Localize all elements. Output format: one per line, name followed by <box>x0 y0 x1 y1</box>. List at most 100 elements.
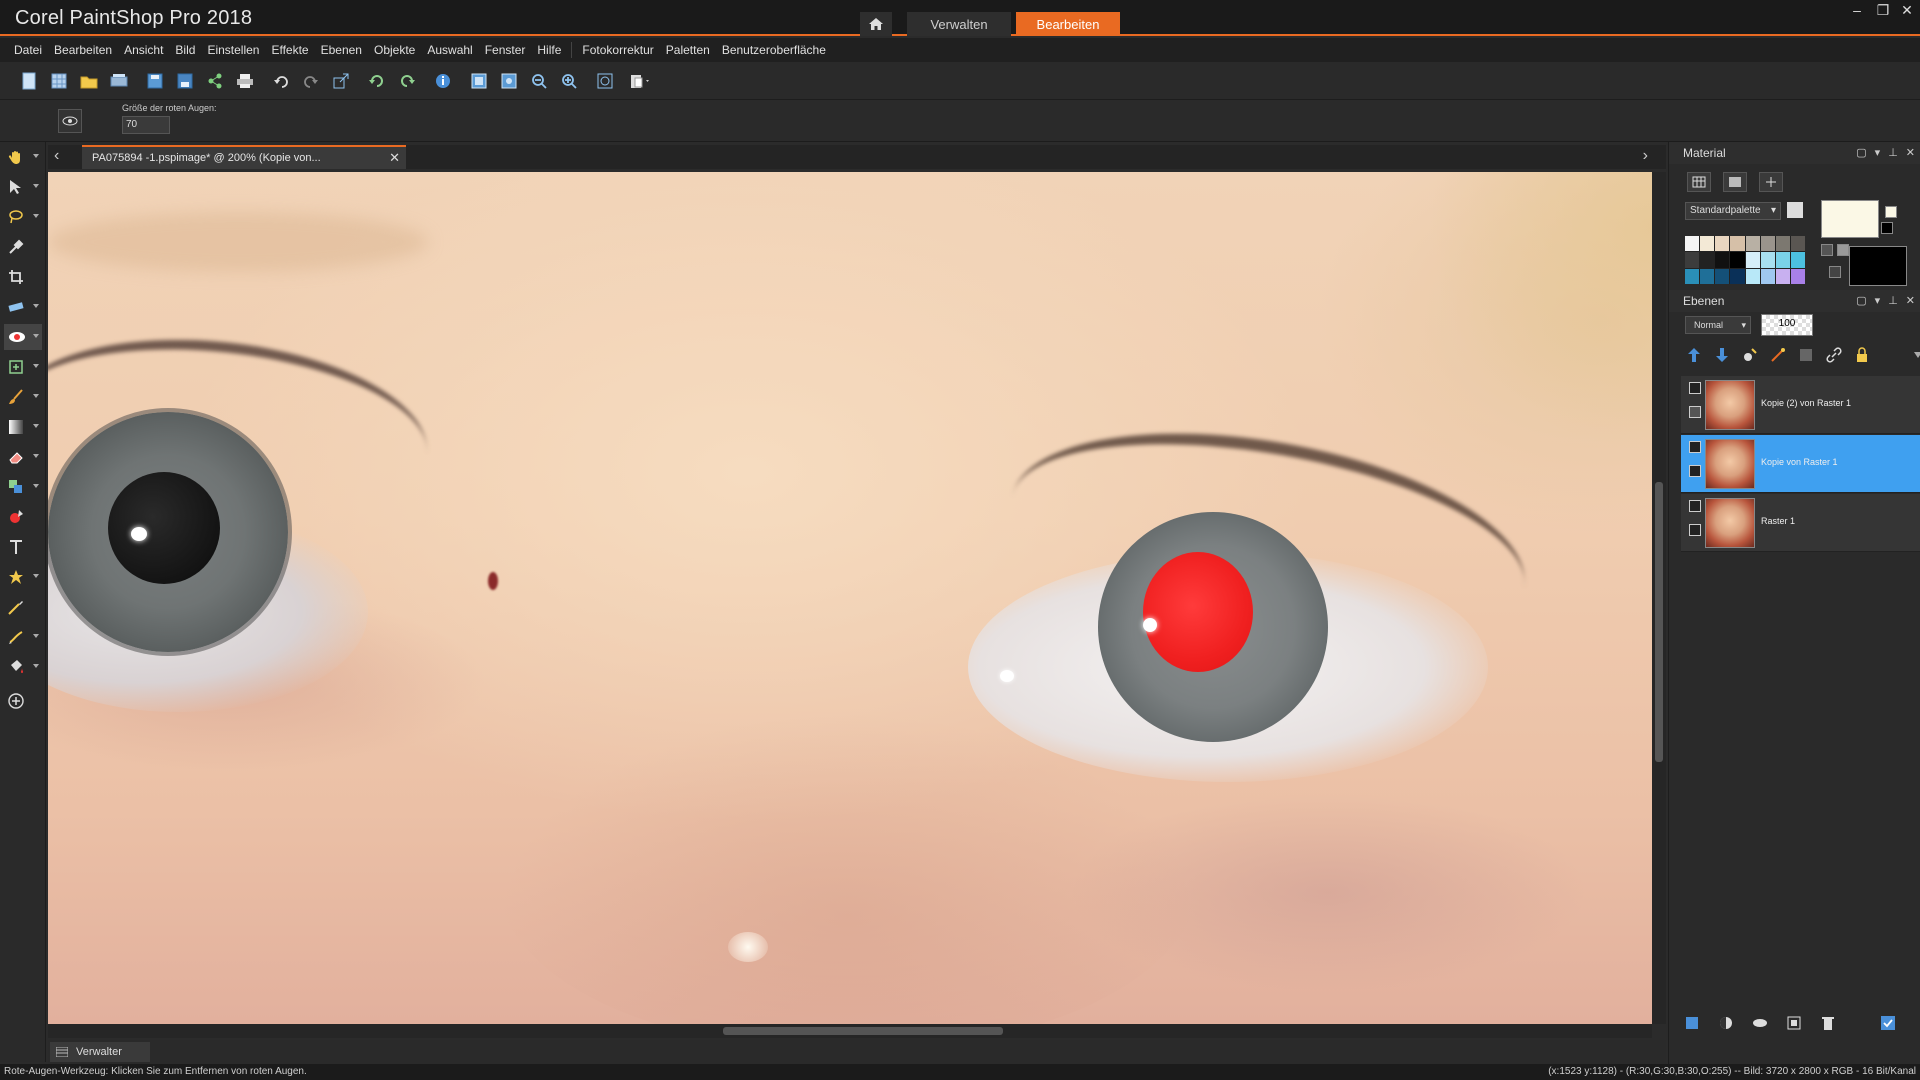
layer-row-raster-1[interactable]: Raster 1 <box>1681 494 1920 552</box>
smudge-tool-icon[interactable] <box>4 624 42 650</box>
print-icon[interactable] <box>230 68 260 94</box>
tab-scroll-left-icon[interactable]: ‹ <box>54 147 59 165</box>
new-raster-layer-icon[interactable] <box>1683 344 1705 366</box>
layer-palette-menu-icon[interactable] <box>1907 344 1920 366</box>
pan-tool-icon[interactable] <box>4 144 42 170</box>
vertical-scrollbar[interactable] <box>1652 172 1666 1024</box>
clone-tool-icon[interactable] <box>4 474 42 500</box>
bg-style-icon[interactable] <box>1837 244 1849 256</box>
pen-tool-icon[interactable] <box>4 594 42 620</box>
panel-maximize-icon[interactable]: ▢ <box>1856 146 1866 159</box>
foreground-color-swatch[interactable] <box>1821 200 1879 238</box>
layers-close-icon[interactable]: ✕ <box>1906 294 1915 307</box>
layer-lock-toggle[interactable] <box>1689 406 1701 418</box>
menu-fotokorrektur[interactable]: Fotokorrektur <box>576 43 659 57</box>
fit-image-icon[interactable] <box>590 68 620 94</box>
layer-visibility-toggle[interactable] <box>1689 441 1701 453</box>
rainbow-tab[interactable] <box>1723 172 1747 192</box>
fill-tool-icon[interactable] <box>4 654 42 680</box>
organizer-tab[interactable]: Verwalter <box>50 1042 150 1062</box>
paint-brush-icon[interactable] <box>4 384 42 410</box>
right-pupil-red-eye[interactable] <box>1143 552 1253 672</box>
new-vector-layer-icon[interactable] <box>1711 344 1733 366</box>
restore-button[interactable]: ❐ <box>1872 2 1894 20</box>
dropper-tool-icon[interactable] <box>4 234 42 260</box>
layers-maximize-icon[interactable]: ▢ <box>1856 294 1866 307</box>
document-tab[interactable]: PA075894 -1.pspimage* @ 200% (Kopie von.… <box>82 145 406 169</box>
add-tool-icon[interactable] <box>4 688 42 714</box>
home-button[interactable] <box>860 12 892 36</box>
menu-bild[interactable]: Bild <box>169 43 201 57</box>
all-tools-icon[interactable] <box>1829 266 1841 278</box>
text-tool-icon[interactable] <box>4 534 42 560</box>
straighten-tool-icon[interactable] <box>4 294 42 320</box>
panel-menu-icon[interactable]: ▾ <box>1875 146 1881 159</box>
red-eye-tool-icon[interactable] <box>4 324 42 350</box>
menu-effekte[interactable]: Effekte <box>265 43 314 57</box>
lasso-tool-icon[interactable] <box>4 204 42 230</box>
fg-texture-icon[interactable] <box>1885 206 1897 218</box>
swatches-tab[interactable] <box>1759 172 1783 192</box>
new-file-icon[interactable] <box>14 68 44 94</box>
redo-icon[interactable] <box>296 68 326 94</box>
makeover-tool-icon[interactable] <box>4 354 42 380</box>
new-layer-icon[interactable] <box>1681 1012 1703 1034</box>
share-icon[interactable] <box>200 68 230 94</box>
resize-icon[interactable] <box>326 68 356 94</box>
rotate-left-icon[interactable] <box>362 68 392 94</box>
layer-mask-icon[interactable] <box>1795 344 1817 366</box>
blend-mode-select[interactable]: Normal ▾ <box>1685 316 1751 334</box>
background-color-swatch[interactable] <box>1849 246 1907 286</box>
delete-layer-icon[interactable] <box>1817 1012 1839 1034</box>
crop-tool-icon[interactable] <box>4 264 42 290</box>
color-replacer-icon[interactable] <box>4 504 42 530</box>
horizontal-scrollbar[interactable] <box>48 1024 1652 1038</box>
layers-menu-icon[interactable]: ▾ <box>1875 294 1881 307</box>
panel-close-icon[interactable]: ✕ <box>1906 146 1915 159</box>
menu-ebenen[interactable]: Ebenen <box>315 43 368 57</box>
red-eye-size-input[interactable]: 70 <box>122 116 170 134</box>
horizontal-scroll-thumb[interactable] <box>723 1027 1003 1035</box>
paste-icon[interactable] <box>626 68 656 94</box>
mask-layer-icon[interactable] <box>1749 1012 1771 1034</box>
tab-scroll-right-icon[interactable]: › <box>1643 147 1648 165</box>
eraser-tool-icon[interactable] <box>4 444 42 470</box>
layer-eye-icon[interactable] <box>1689 465 1701 477</box>
open-icon[interactable] <box>74 68 104 94</box>
menu-einstellen[interactable]: Einstellen <box>201 43 265 57</box>
layer-eye-icon[interactable] <box>1689 524 1701 536</box>
palette-select[interactable]: Standardpalette ▾ <box>1685 202 1781 220</box>
layer-visibility-toggle[interactable] <box>1689 382 1701 394</box>
layer-properties-icon[interactable] <box>1877 1012 1899 1034</box>
minimize-button[interactable]: – <box>1846 2 1868 20</box>
adjustment-layer-icon[interactable] <box>1715 1012 1737 1034</box>
rotate-right-icon[interactable] <box>392 68 422 94</box>
layer-row-kopie-2[interactable]: Kopie (2) von Raster 1 <box>1681 376 1920 434</box>
menu-objekte[interactable]: Objekte <box>368 43 421 57</box>
actual-size-icon[interactable] <box>494 68 524 94</box>
zoom-in-icon[interactable] <box>554 68 584 94</box>
fit-window-icon[interactable] <box>464 68 494 94</box>
save-icon[interactable] <box>140 68 170 94</box>
scan-icon[interactable] <box>104 68 134 94</box>
menu-ansicht[interactable]: Ansicht <box>118 43 169 57</box>
layer-visibility-toggle[interactable] <box>1689 500 1701 512</box>
menu-hilfe[interactable]: Hilfe <box>531 43 567 57</box>
fg-style-icon[interactable] <box>1821 244 1833 256</box>
palette-options-icon[interactable] <box>1787 202 1803 218</box>
layer-effects-icon[interactable] <box>1767 344 1789 366</box>
tab-bearbeiten[interactable]: Bearbeiten <box>1016 12 1120 36</box>
layers-pin-icon[interactable]: ⊥ <box>1888 294 1898 307</box>
close-button[interactable]: ✕ <box>1896 2 1918 20</box>
zoom-out-icon[interactable] <box>524 68 554 94</box>
frame-tab[interactable] <box>1687 172 1711 192</box>
swap-colors-icon[interactable] <box>1881 222 1893 234</box>
lock-layer-icon[interactable] <box>1851 344 1873 366</box>
info-icon[interactable] <box>428 68 458 94</box>
new-from-template-icon[interactable] <box>44 68 74 94</box>
gradient-tool-icon[interactable] <box>4 414 42 440</box>
image-canvas[interactable] <box>48 172 1652 1024</box>
color-swatch-grid[interactable] <box>1685 236 1805 284</box>
close-document-icon[interactable]: ✕ <box>389 150 400 166</box>
menu-fenster[interactable]: Fenster <box>479 43 532 57</box>
